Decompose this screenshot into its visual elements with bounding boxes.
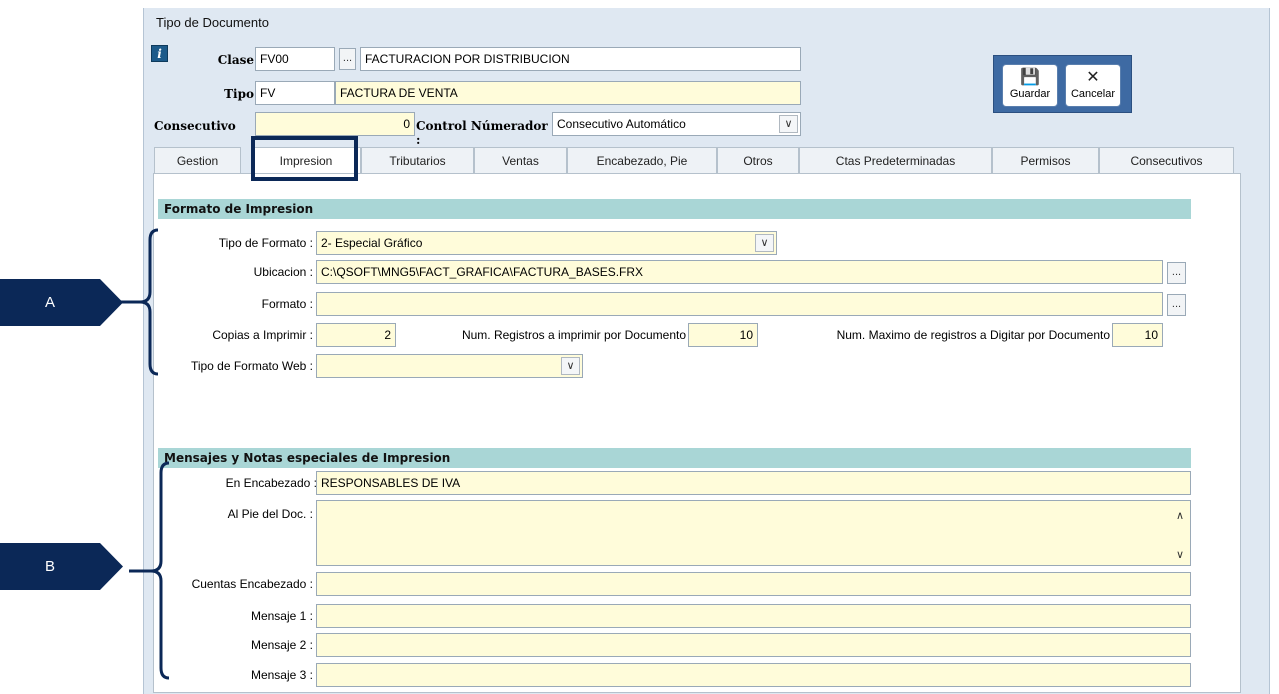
num-max-input[interactable]: 10: [1112, 323, 1163, 347]
mensaje-2-label: Mensaje 2 :: [250, 638, 313, 652]
copias-label: Copias a Imprimir :: [212, 328, 313, 342]
tipo-formato-web-select[interactable]: ∨: [316, 354, 583, 378]
tipo-description: FACTURA DE VENTA: [335, 81, 801, 105]
tab-permisos[interactable]: Permisos: [992, 147, 1099, 174]
tipo-formato-label: Tipo de Formato :: [218, 236, 313, 250]
tipo-formato-value: 2- Especial Gráfico: [321, 236, 423, 250]
formato-input[interactable]: [316, 292, 1163, 316]
tab-otros[interactable]: Otros: [717, 147, 799, 174]
mensaje-1-label: Mensaje 1 :: [250, 609, 313, 623]
mensaje-2-input[interactable]: [316, 633, 1191, 657]
tab-gestion[interactable]: Gestion: [154, 147, 241, 174]
mensaje-3-label: Mensaje 3 :: [250, 668, 313, 682]
cuentas-encabezado-label: Cuentas Encabezado :: [191, 577, 313, 591]
mensaje-1-input[interactable]: [316, 604, 1191, 628]
close-icon: ✕: [1086, 69, 1100, 86]
ubicacion-label: Ubicacion :: [253, 265, 313, 279]
callout-a: A: [0, 279, 123, 326]
num-registros-input[interactable]: 10: [688, 323, 758, 347]
clase-description: FACTURACION POR DISTRIBUCION: [360, 47, 801, 71]
num-max-label: Num. Maximo de registros a Digitar por D…: [836, 328, 1110, 342]
action-toolbar: 💾 Guardar ✕ Cancelar: [993, 55, 1132, 113]
cuentas-encabezado-input[interactable]: [316, 572, 1191, 596]
scroll-down-icon[interactable]: ∨: [1176, 549, 1184, 561]
guardar-button[interactable]: 💾 Guardar: [1002, 64, 1058, 107]
bracket-a: [118, 228, 159, 376]
copias-input[interactable]: 2: [316, 323, 396, 347]
consecutivo-label: Consecutivo: [154, 119, 236, 133]
tipo-documento-window: Tipo de Documento i Clase FV00 ... FACTU…: [143, 8, 1270, 694]
cancelar-label: Cancelar: [1070, 88, 1116, 100]
control-numerador-value: Consecutivo Automático: [557, 117, 686, 131]
bracket-b: [129, 461, 170, 680]
scroll-up-icon[interactable]: ∧: [1176, 505, 1184, 527]
encabezado-input[interactable]: RESPONSABLES DE IVA: [316, 471, 1191, 495]
cancelar-button[interactable]: ✕ Cancelar: [1065, 64, 1121, 107]
formato-browse-button[interactable]: ...: [1167, 294, 1186, 316]
ubicacion-input[interactable]: C:\QSOFT\MNG5\FACT_GRAFICA\FACTURA_BASES…: [316, 260, 1163, 284]
tipo-formato-web-label: Tipo de Formato Web :: [190, 359, 313, 373]
callout-b-label: B: [44, 558, 55, 575]
tab-encabezado-pie[interactable]: Encabezado, Pie: [567, 147, 717, 174]
control-numerador-label: Control Númerador :: [416, 119, 548, 147]
encabezado-label: En Encabezado :: [225, 476, 317, 490]
info-icon[interactable]: i: [151, 45, 168, 62]
clase-lookup-button[interactable]: ...: [339, 48, 356, 70]
tab-ventas[interactable]: Ventas: [474, 147, 567, 174]
tipo-label: Tipo: [224, 87, 254, 101]
save-icon: 💾: [1020, 69, 1040, 86]
tab-tributarios[interactable]: Tributarios: [361, 147, 474, 174]
formato-label: Formato :: [261, 297, 313, 311]
guardar-label: Guardar: [1009, 88, 1051, 100]
callout-a-label: A: [44, 294, 55, 311]
tipo-code-input[interactable]: FV: [255, 81, 335, 105]
mensaje-3-input[interactable]: [316, 663, 1191, 687]
impresion-panel: Formato de Impresion Tipo de Formato : 2…: [153, 173, 1241, 693]
clase-label: Clase: [217, 53, 254, 67]
pie-textarea[interactable]: ∧ ∨: [316, 500, 1191, 566]
chevron-down-icon[interactable]: ∨: [561, 357, 580, 375]
tab-ctas-predeterminadas[interactable]: Ctas Predeterminadas: [799, 147, 992, 174]
consecutivo-input[interactable]: 0: [255, 112, 415, 136]
tab-highlight-annotation: [251, 136, 358, 181]
chevron-down-icon[interactable]: ∨: [755, 234, 774, 252]
tab-consecutivos[interactable]: Consecutivos: [1099, 147, 1234, 174]
ubicacion-browse-button[interactable]: ...: [1167, 262, 1186, 284]
tipo-formato-select[interactable]: 2- Especial Gráfico ∨: [316, 231, 777, 255]
num-registros-label: Num. Registros a imprimir por Documento: [461, 328, 686, 342]
chevron-down-icon[interactable]: ∨: [779, 115, 798, 133]
control-numerador-select[interactable]: Consecutivo Automático ∨: [552, 112, 801, 136]
formato-section-header: Formato de Impresion: [158, 199, 1191, 219]
clase-code-input[interactable]: FV00: [255, 47, 335, 71]
callout-b: B: [0, 543, 123, 590]
window-title: Tipo de Documento: [156, 15, 269, 30]
mensajes-section-header: Mensajes y Notas especiales de Impresion: [158, 448, 1191, 468]
pie-label: Al Pie del Doc. :: [227, 507, 313, 521]
